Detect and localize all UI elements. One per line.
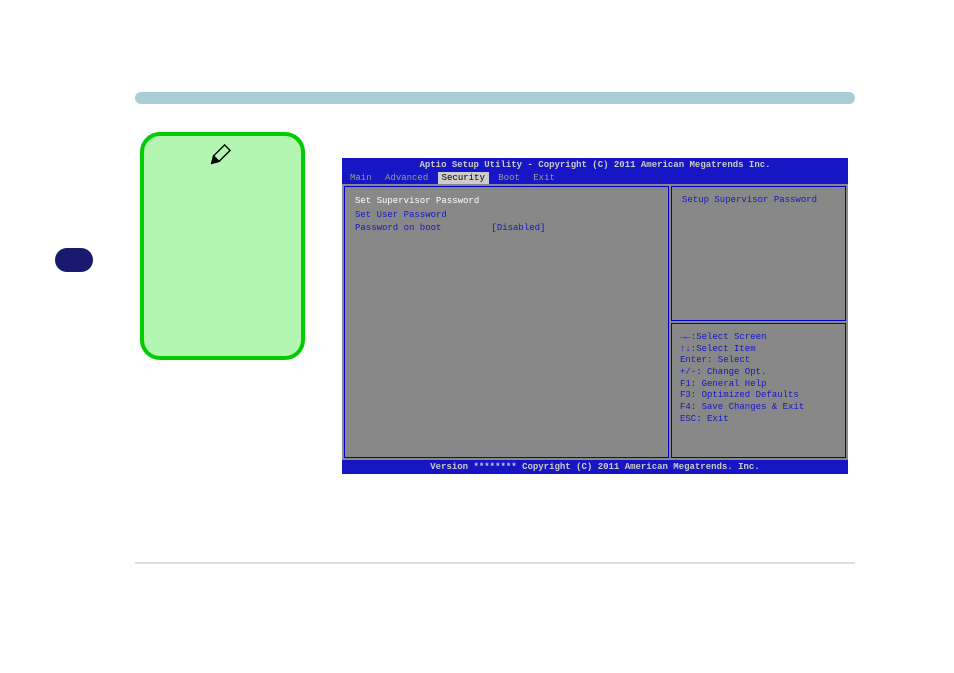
tab-exit[interactable]: Exit xyxy=(529,172,559,184)
bios-help-panel: Setup Supervisor Password xyxy=(671,186,846,321)
bios-right-panel: Setup Supervisor Password →←:Select Scre… xyxy=(671,186,846,458)
menu-set-supervisor-password[interactable]: Set Supervisor Password xyxy=(355,195,658,209)
key-help-line: F4: Save Changes & Exit xyxy=(680,402,837,414)
bios-main-panel: Set Supervisor Password Set User Passwor… xyxy=(344,186,669,458)
menu-password-on-boot[interactable]: Password on boot [Disabled] xyxy=(355,222,658,236)
key-help-line: ↑↓:Select Item xyxy=(680,344,837,356)
menu-label: Password on boot xyxy=(355,223,441,233)
key-help-line: +/-: Change Opt. xyxy=(680,367,837,379)
menu-set-user-password[interactable]: Set User Password xyxy=(355,209,658,223)
tab-security[interactable]: Security xyxy=(438,172,489,184)
pencil-icon xyxy=(209,144,231,172)
key-help-line: F1: General Help xyxy=(680,379,837,391)
side-indicator xyxy=(55,248,93,272)
tab-boot[interactable]: Boot xyxy=(494,172,524,184)
tab-advanced[interactable]: Advanced xyxy=(381,172,432,184)
bios-keys-panel: →←:Select Screen ↑↓:Select Item Enter: S… xyxy=(671,323,846,458)
bottom-divider xyxy=(135,562,855,564)
bios-header: Aptio Setup Utility - Copyright (C) 2011… xyxy=(342,158,848,172)
key-help-line: →←:Select Screen xyxy=(680,332,837,344)
bios-body: Set Supervisor Password Set User Passwor… xyxy=(342,184,848,460)
menu-value: [Disabled] xyxy=(491,222,545,236)
key-help-line: Enter: Select xyxy=(680,355,837,367)
bios-tab-bar: Main Advanced Security Boot Exit xyxy=(342,172,848,184)
bios-setup-window: Aptio Setup Utility - Copyright (C) 2011… xyxy=(342,158,848,470)
note-box xyxy=(140,132,305,360)
bios-footer: Version ******** Copyright (C) 2011 Amer… xyxy=(342,460,848,474)
tab-main[interactable]: Main xyxy=(346,172,376,184)
key-help-line: ESC: Exit xyxy=(680,414,837,426)
top-decorative-bar xyxy=(135,92,855,104)
key-help-line: F3: Optimized Defaults xyxy=(680,390,837,402)
